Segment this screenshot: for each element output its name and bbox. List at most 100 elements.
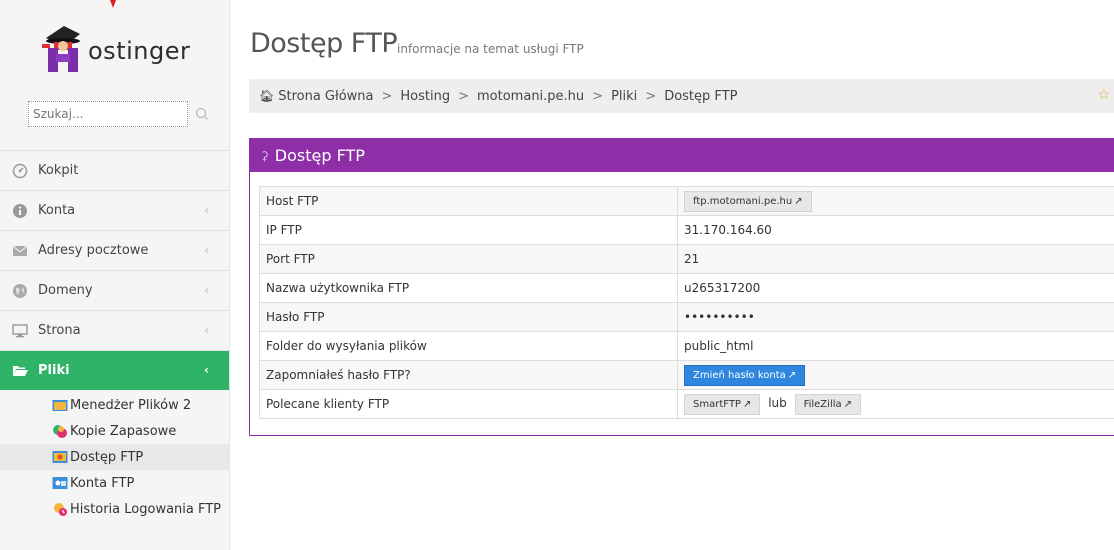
breadcrumb-item-pliki[interactable]: Pliki xyxy=(611,89,637,104)
login-history-icon xyxy=(54,503,67,516)
sidebar-item-label: Konta xyxy=(38,203,76,218)
sidebar-item-adresy-pocztowe[interactable]: Adresy pocztowe ‹ xyxy=(0,230,229,270)
row-value: public_html xyxy=(677,331,1114,361)
subnav-item-label: Historia Logowania FTP xyxy=(70,501,222,517)
subnav-item-historia-logowania[interactable]: Historia Logowania FTP xyxy=(0,496,229,522)
row-key: Nazwa użytkownika FTP xyxy=(259,273,678,303)
star-icon[interactable]: ☆ xyxy=(1097,87,1110,103)
table-row: Hasło FTP •••••••••• xyxy=(259,302,1114,332)
smartftp-label: SmartFTP xyxy=(693,398,741,410)
breadcrumb-item-current: Dostęp FTP xyxy=(664,88,738,104)
hostinger-logo-mark xyxy=(42,26,80,72)
table-row: Folder do wysyłania plików public_html xyxy=(259,331,1114,361)
page-subtitle: informacje na temat usługi FTP xyxy=(397,42,584,56)
subnav-item-label: Konta FTP xyxy=(70,475,135,491)
row-key: Folder do wysyłania plików xyxy=(259,331,678,361)
logo-text: ostinger xyxy=(88,37,191,65)
external-link-icon: ↗ xyxy=(794,195,803,207)
clients-joiner: lub xyxy=(768,395,787,410)
subnav-item-konta-ftp[interactable]: Konta FTP xyxy=(0,470,229,496)
dashboard-icon xyxy=(12,163,28,178)
breadcrumb-item-home[interactable]: Strona Główna xyxy=(278,89,373,104)
row-value: SmartFTP ↗ lub FileZilla ↗ xyxy=(677,389,1114,419)
sidebar-item-konta[interactable]: Konta ‹ xyxy=(0,190,229,230)
row-key: IP FTP xyxy=(259,215,678,245)
external-link-icon: ↗ xyxy=(787,369,797,381)
hostinger-logo[interactable]: ostinger xyxy=(40,24,220,74)
search-box xyxy=(28,101,218,127)
breadcrumb: 🏠︎ Strona Główna > Hosting > motomani.pe… xyxy=(249,79,1114,113)
breadcrumb-separator: > xyxy=(645,88,657,104)
external-link-icon: ↗ xyxy=(742,398,752,410)
chevron-left-icon: ‹ xyxy=(204,323,209,337)
breadcrumb-separator: > xyxy=(381,88,393,104)
change-password-button[interactable]: Zmień hasło konta ↗ xyxy=(684,364,806,386)
home-icon: 🏠︎ xyxy=(259,89,275,103)
monitor-icon xyxy=(12,323,28,337)
smartftp-button[interactable]: SmartFTP ↗ xyxy=(684,393,761,415)
row-key: Port FTP xyxy=(259,244,678,274)
backup-icon xyxy=(53,425,67,438)
breadcrumb-separator: > xyxy=(592,88,604,104)
sidebar-item-pliki[interactable]: Pliki ‹ xyxy=(0,350,229,390)
chevron-left-icon: ‹ xyxy=(204,203,209,217)
table-row: Nazwa użytkownika FTP u265317200 xyxy=(259,273,1114,303)
sidebar-item-label: Adresy pocztowe xyxy=(38,243,149,258)
table-row: Zapomniałeś hasło FTP? Zmień hasło konta… xyxy=(259,360,1114,390)
ftp-accounts-icon xyxy=(52,477,68,489)
subnav-item-label: Menedżer Plików 2 xyxy=(70,397,192,413)
breadcrumb-item-domain[interactable]: motomani.pe.hu xyxy=(477,89,584,104)
breadcrumb-item-hosting[interactable]: Hosting xyxy=(400,89,450,104)
sidebar-item-label: Domeny xyxy=(38,283,93,298)
subnav-item-label: Kopie Zapasowe xyxy=(70,423,177,439)
breadcrumb-separator: > xyxy=(458,88,470,104)
page-title: Dostęp FTP xyxy=(250,28,398,59)
sidebar-item-domeny[interactable]: Domeny ‹ xyxy=(0,270,229,310)
table-row: Polecane klienty FTP SmartFTP ↗ lub FileZ… xyxy=(259,389,1114,419)
sidebar-item-label: Strona xyxy=(38,323,81,338)
search-icon[interactable] xyxy=(194,106,210,122)
chevron-left-icon: ‹ xyxy=(204,243,209,257)
search-input[interactable] xyxy=(28,101,188,127)
sidebar-nav: Kokpit Konta ‹ Adresy pocztowe ‹ Domeny … xyxy=(0,150,229,390)
sidebar-item-label: Kokpit xyxy=(38,163,79,178)
row-value: ftp.motomani.pe.hu ↗ xyxy=(677,186,1114,216)
ftp-host-label: ftp.motomani.pe.hu xyxy=(693,195,793,207)
envelope-icon xyxy=(12,245,28,256)
subnav-item-kopie-zapasowe[interactable]: Kopie Zapasowe xyxy=(0,418,229,444)
subnav-item-menedzer-plikow[interactable]: Menedżer Plików 2 xyxy=(0,392,229,418)
chevron-left-icon: ‹ xyxy=(204,283,209,297)
row-value: Zmień hasło konta ↗ xyxy=(677,360,1114,390)
chevron-left-icon: ‹ xyxy=(204,363,209,377)
ftp-access-icon xyxy=(52,451,68,463)
file-manager-icon xyxy=(52,400,68,411)
subnav-item-dostep-ftp[interactable]: Dostęp FTP xyxy=(0,444,229,470)
globe-icon xyxy=(13,283,27,298)
sidebar-item-kokpit[interactable]: Kokpit xyxy=(0,150,229,190)
ftp-host-button[interactable]: ftp.motomani.pe.hu ↗ xyxy=(684,190,812,212)
table-row: Port FTP 21 xyxy=(259,244,1114,274)
subnav-item-label: Dostęp FTP xyxy=(70,449,144,465)
filezilla-button[interactable]: FileZilla ↗ xyxy=(794,393,862,415)
row-value: 31.170.164.60 xyxy=(677,215,1114,245)
change-password-label: Zmień hasło konta xyxy=(693,369,786,381)
table-row: IP FTP 31.170.164.60 xyxy=(259,215,1114,245)
sidebar: ostinger Kokpit Konta ‹ xyxy=(0,0,230,550)
sidebar-item-strona[interactable]: Strona ‹ xyxy=(0,310,229,350)
filezilla-label: FileZilla xyxy=(803,398,842,410)
red-marker-icon xyxy=(110,0,116,8)
panel-header: ⚳ Dostęp FTP xyxy=(250,139,1114,172)
row-key: Zapomniałeś hasło FTP? xyxy=(259,360,678,390)
external-link-icon: ↗ xyxy=(843,398,853,410)
ftp-info-table: Host FTP ftp.motomani.pe.hu ↗ IP FTP 31.1… xyxy=(259,186,1114,419)
row-value: u265317200 xyxy=(677,273,1114,303)
table-row: Host FTP ftp.motomani.pe.hu ↗ xyxy=(259,186,1114,216)
share-icon: ⚳ xyxy=(260,148,269,163)
row-value: 21 xyxy=(677,244,1114,274)
folder-open-icon xyxy=(13,365,28,376)
info-icon xyxy=(13,203,27,218)
row-value: •••••••••• xyxy=(677,302,1114,332)
row-key: Hasło FTP xyxy=(259,302,678,332)
panel-title: Dostęp FTP xyxy=(274,146,365,165)
sidebar-item-label: Pliki xyxy=(38,363,70,378)
